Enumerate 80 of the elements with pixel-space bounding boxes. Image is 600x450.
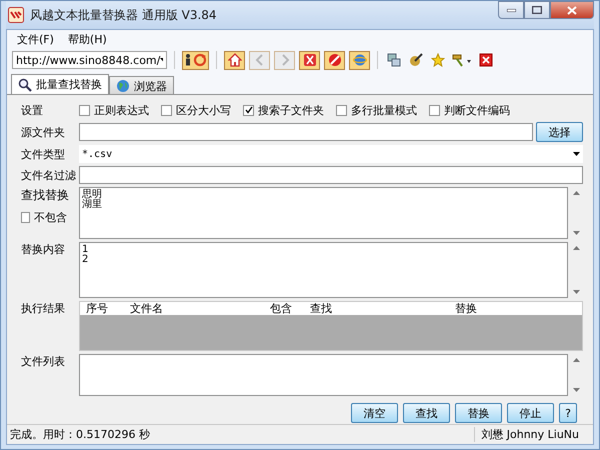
field-label: 替换内容 (21, 242, 66, 257)
field-label: 执行结果 (21, 301, 66, 316)
text-line: 湖里 (82, 200, 103, 210)
checkbox[interactable] (243, 104, 254, 116)
checkbox[interactable] (21, 212, 30, 223)
maximize-button[interactable] (524, 1, 550, 19)
menu-item[interactable]: 文件(F) (17, 32, 54, 46)
toolbar-button[interactable] (182, 50, 209, 70)
field-label: 文件类型 (21, 146, 66, 162)
field-label: 查找替换 (21, 187, 70, 204)
search-icon (18, 78, 32, 92)
field-label: 文件名过滤 (21, 168, 77, 182)
text-line: 思明 (82, 190, 103, 200)
scroll-down-icon[interactable] (573, 231, 580, 235)
tab[interactable]: 批量查找替换 (11, 74, 109, 94)
text-line: 1 (82, 245, 90, 255)
action-button[interactable]: 停止 (507, 403, 554, 423)
close-icon (479, 53, 493, 67)
column-header: 文件名 (129, 302, 164, 315)
person-icon (184, 53, 192, 67)
star-icon (431, 53, 445, 67)
brush-icon (409, 53, 423, 67)
scroll-up-icon[interactable] (573, 246, 580, 250)
maximize-icon (532, 6, 542, 14)
checkbox-label: 正则表达式 (94, 102, 149, 118)
close-icon (567, 6, 577, 14)
dropdown-arrow-icon (573, 152, 580, 156)
file-type-combo[interactable]: *.csv (79, 145, 583, 163)
scroll-up-icon[interactable] (573, 358, 580, 362)
text-line: 2 (82, 255, 90, 265)
scroll-down-icon[interactable] (573, 388, 580, 392)
address-combo[interactable]: http://www.sino8848.com/ (12, 51, 167, 69)
action-button[interactable]: ? (559, 403, 577, 423)
file-list-area[interactable] (79, 354, 568, 396)
checkbox-label: 搜索子文件夹 (258, 102, 324, 118)
choose-button[interactable]: 选择 (536, 122, 583, 142)
checkbox-label: 区分大小写 (176, 102, 231, 118)
field-label: 文件列表 (21, 354, 66, 369)
checkbox[interactable] (161, 104, 172, 116)
globe-icon (352, 53, 366, 67)
column-header: 序号 (85, 302, 109, 315)
input-field[interactable] (79, 123, 533, 141)
globe-icon (116, 79, 130, 93)
toolbar-button[interactable] (385, 50, 403, 70)
refresh-icon (193, 53, 207, 67)
home-icon (228, 53, 242, 67)
minimize-icon (506, 8, 516, 12)
scroll-down-icon[interactable] (573, 290, 580, 294)
checkbox-label: 判断文件编码 (444, 102, 510, 118)
close-button[interactable] (550, 1, 594, 19)
app-logo-icon (8, 7, 24, 23)
tab[interactable]: 浏览器 (109, 76, 174, 94)
toolbar-button[interactable] (477, 50, 495, 70)
column-header: 查找 (309, 302, 333, 315)
field-label: 设置 (21, 102, 44, 118)
scroll-up-icon[interactable] (573, 191, 580, 195)
action-button[interactable]: 查找 (403, 403, 450, 423)
status-message: 完成。用时：0.5170296 秒 (10, 427, 150, 442)
input-field[interactable] (79, 166, 583, 184)
menu-item[interactable]: 帮助(H) (68, 32, 107, 46)
checkbox[interactable] (429, 104, 440, 116)
checkbox-label: 多行批量模式 (351, 102, 417, 118)
checkbox-label: 不包含 (34, 210, 67, 225)
hammer-icon (452, 53, 472, 67)
author-label: 刘懋 Johnny LiuNu (474, 427, 593, 442)
column-header: 替换 (454, 302, 478, 315)
find-text-area[interactable]: 思明 湖里 (79, 187, 568, 239)
minimize-button[interactable] (498, 1, 524, 19)
checkbox[interactable] (336, 104, 347, 116)
stop-icon (328, 53, 342, 67)
checkbox[interactable] (79, 104, 90, 116)
window-title: 风越文本批量替换器 通用版 V3.84 (30, 6, 218, 24)
column-header: 包含 (269, 302, 293, 315)
windows-icon (387, 53, 401, 67)
action-button[interactable]: 替换 (455, 403, 502, 423)
field-label: 源文件夹 (21, 124, 66, 140)
dropdown-arrow-icon (160, 58, 163, 62)
action-button[interactable]: 清空 (351, 403, 398, 423)
toolbar-button[interactable] (224, 50, 245, 70)
replace-text-area[interactable]: 1 2 (79, 242, 568, 298)
